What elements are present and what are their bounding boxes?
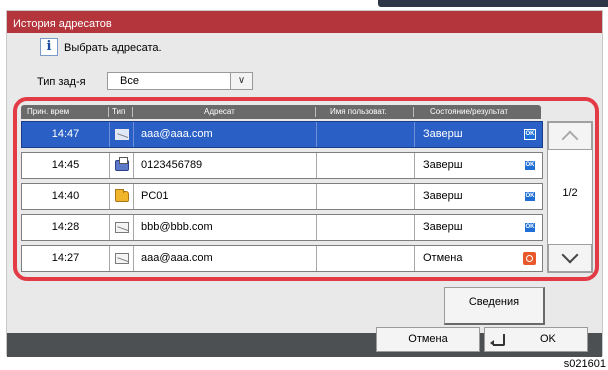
job-type-value: Все [120,75,139,87]
row-destination: aaa@aaa.com [133,122,316,147]
column-header-destination: Адресат [204,107,235,116]
column-header-user-name: Имя пользоват. [330,107,387,116]
row-time: 14:28 [51,221,80,233]
table-header: Прин. врем Тип Адресат Имя пользоват. Со… [21,105,541,119]
cancel-button[interactable]: Отмена [376,327,480,352]
row-user-name [316,153,414,178]
ok-icon: OK [524,222,536,233]
row-time: 14:45 [51,159,80,171]
row-user-name [316,215,414,240]
column-separator [108,107,109,117]
table-row[interactable]: 14:28 bbb@bbb.com Заверш OK [21,214,543,241]
table-row[interactable]: 14:45 0123456789 Заверш OK [21,152,543,179]
row-type [109,122,133,147]
page-indicator: 1/2 [562,187,578,199]
ok-button-label: OK [540,333,556,345]
row-status-text: Отмена [423,252,463,264]
row-time: 14:40 [51,190,80,202]
folder-icon [115,189,129,202]
row-status: Заверш OK [414,153,542,178]
row-user-name [316,184,414,209]
row-time: 14:27 [51,252,80,264]
ok-icon: OK [524,129,536,140]
table-row[interactable]: 14:27 aaa@aaa.com Отмена [21,245,543,272]
row-type [109,246,133,271]
scroll-down-button[interactable] [548,244,592,272]
column-separator [132,107,133,117]
ok-button[interactable]: OK [484,327,588,352]
row-status-text: Заверш [423,128,463,140]
ok-icon: OK [524,191,536,202]
top-status-dark-tab [378,0,608,7]
column-separator [413,107,414,117]
scroll-up-button[interactable] [548,122,592,150]
chevron-up-icon [561,130,579,148]
row-user-name [316,122,414,147]
row-status-text: Заверш [423,190,463,202]
error-icon [523,252,536,265]
column-separator [315,107,316,117]
email-icon [115,222,129,233]
row-destination: 0123456789 [133,153,316,178]
job-type-label: Тип зад-я [37,76,86,88]
row-type [109,184,133,209]
row-user-name [316,246,414,271]
figure-code: s021601 [563,358,606,370]
row-time: 14:47 [51,128,80,140]
row-status: Отмена [414,246,542,271]
row-destination: bbb@bbb.com [133,215,316,240]
instruction-text: Выбрать адресата. [64,42,162,54]
row-type [109,153,133,178]
column-header-time: Прин. врем [27,107,70,116]
row-destination: PC01 [133,184,316,209]
table-row[interactable]: 14:40 PC01 Заверш OK [21,183,543,210]
job-type-select[interactable]: Все ∨ [107,72,253,90]
fax-icon [115,157,129,171]
column-header-type: Тип [112,107,126,116]
row-destination: aaa@aaa.com [133,246,316,271]
ok-icon: OK [524,160,536,171]
row-status-text: Заверш [423,159,463,171]
email-icon [115,253,129,264]
history-list-highlight: Прин. врем Тип Адресат Имя пользоват. Со… [13,97,599,281]
row-status: Заверш OK [414,122,542,147]
column-header-status: Состояние/результат [430,107,508,116]
row-status-text: Заверш [423,221,463,233]
page-scroller: 1/2 [547,121,593,273]
row-status: Заверш OK [414,184,542,209]
details-button[interactable]: Сведения [444,287,545,325]
email-icon [115,129,129,140]
enter-icon [490,334,505,346]
row-status: Заверш OK [414,215,542,240]
info-icon: i [40,38,58,56]
window-title: История адресатов [7,11,602,33]
chevron-down-icon[interactable]: ∨ [230,73,252,89]
table-row[interactable]: 14:47 aaa@aaa.com Заверш OK [21,121,543,148]
top-status-strip [0,0,608,8]
chevron-down-icon [561,246,579,264]
row-type [109,215,133,240]
destination-history-window: История адресатов i Выбрать адресата. Ти… [6,10,603,357]
